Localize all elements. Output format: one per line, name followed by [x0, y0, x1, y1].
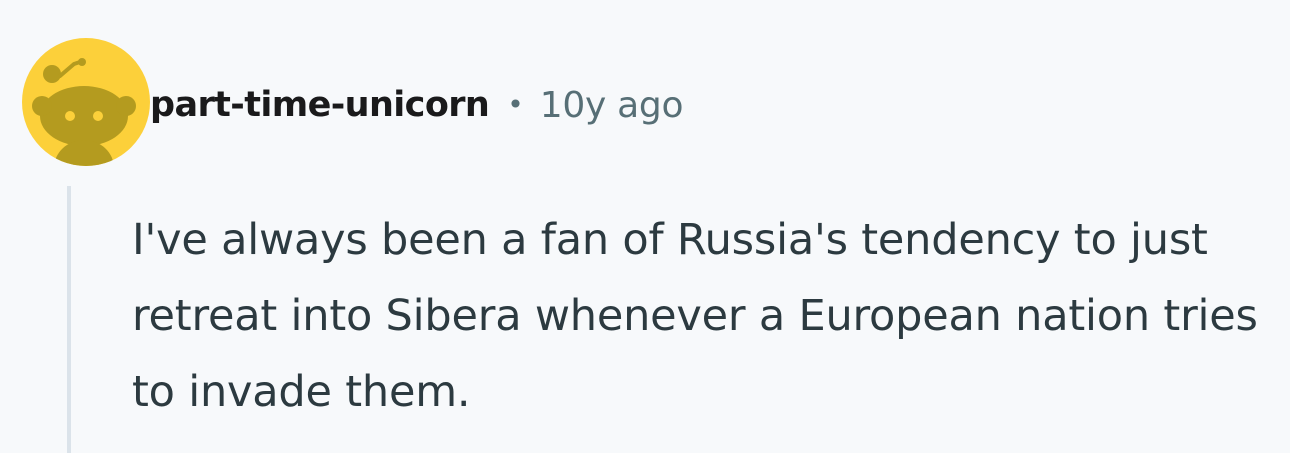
- comment-body: I've always been a fan of Russia's tende…: [132, 215, 1258, 417]
- meta-separator: •: [507, 87, 524, 121]
- snoo-avatar-icon: [22, 38, 150, 166]
- comment: part-time-unicorn • 10y ago I've always …: [0, 0, 1290, 453]
- username-link[interactable]: part-time-unicorn: [150, 85, 490, 125]
- comment-header: part-time-unicorn • 10y ago: [150, 80, 683, 130]
- thread-line[interactable]: [67, 186, 71, 453]
- user-avatar[interactable]: [22, 38, 150, 166]
- comment-timestamp[interactable]: 10y ago: [540, 85, 684, 126]
